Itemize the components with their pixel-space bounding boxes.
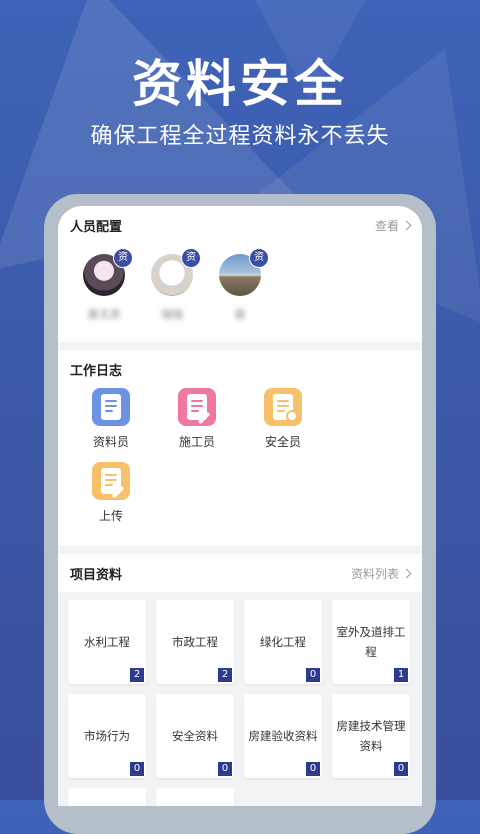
- count-badge: 0: [218, 762, 232, 776]
- project-tile[interactable]: 室外及道排工程 1: [332, 600, 410, 684]
- project-tile[interactable]: 绿化工程 0: [244, 600, 322, 684]
- projects-section: 项目资料 资料列表: [58, 554, 422, 592]
- project-tile[interactable]: 安全资料 0: [156, 694, 234, 778]
- worklog-item-constructor[interactable]: 施工员: [162, 388, 232, 450]
- count-badge: 0: [130, 762, 144, 776]
- chevron-right-icon: [401, 568, 412, 578]
- person-name: 瑞瑞: [161, 308, 183, 321]
- count-badge: 0: [306, 668, 320, 682]
- count-badge: 2: [130, 668, 144, 682]
- count-badge: 0: [306, 762, 320, 776]
- worklog-section: 工作日志 资料员 施工员 安全员 上传: [58, 350, 422, 546]
- role-badge: 资: [181, 248, 201, 268]
- project-tile[interactable]: 市政工程 2: [156, 600, 234, 684]
- person-item[interactable]: 资 瑞瑞: [142, 248, 202, 322]
- section-title: 项目资料: [70, 567, 123, 583]
- section-title: 人员配置: [70, 219, 123, 235]
- document-edit-icon: [92, 462, 130, 500]
- project-tile[interactable]: 水利工程 2: [68, 600, 146, 684]
- project-tile-partial[interactable]: [156, 788, 234, 806]
- avatar: 资: [83, 248, 133, 296]
- document-icon: [92, 388, 130, 426]
- personnel-section: 人员配置 查看 资 莫文虎 资 瑞瑞 资 骏: [58, 206, 422, 342]
- worklog-item-clerk[interactable]: 资料员: [76, 388, 146, 450]
- avatar: 资: [151, 248, 201, 296]
- person-name: 骏: [234, 308, 246, 321]
- app-screen: 人员配置 查看 资 莫文虎 资 瑞瑞 资 骏 工作日志 资料员 施工员 安全员 …: [58, 206, 422, 806]
- section-title: 工作日志: [70, 363, 123, 379]
- project-tile[interactable]: 房建验收资料 0: [244, 694, 322, 778]
- role-badge: 资: [249, 248, 269, 268]
- count-badge: 0: [394, 762, 408, 776]
- worklog-item-safety[interactable]: 安全员: [248, 388, 318, 450]
- person-item[interactable]: 资 骏: [210, 248, 270, 322]
- document-shield-icon: [264, 388, 302, 426]
- chevron-right-icon: [401, 220, 412, 230]
- count-badge: 2: [218, 668, 232, 682]
- project-tile[interactable]: 房建技术管理资料 0: [332, 694, 410, 778]
- worklog-item-upload[interactable]: 上传: [76, 462, 146, 524]
- avatar: 资: [219, 248, 269, 296]
- hero-title: 资料安全: [132, 55, 348, 113]
- person-item[interactable]: 资 莫文虎: [74, 248, 134, 322]
- role-badge: 资: [113, 248, 133, 268]
- count-badge: 1: [394, 668, 408, 682]
- project-tile-partial[interactable]: [68, 788, 146, 806]
- document-wrench-icon: [178, 388, 216, 426]
- person-name: 莫文虎: [87, 308, 121, 321]
- project-tile[interactable]: 市场行为 0: [68, 694, 146, 778]
- project-tiles: 水利工程 2 市政工程 2 绿化工程 0 室外及道排工程 1 市场行为 0 安全…: [58, 592, 422, 806]
- hero-subtitle: 确保工程全过程资料永不丢失: [90, 124, 390, 149]
- doc-list-link[interactable]: 资料列表: [351, 565, 412, 582]
- view-link[interactable]: 查看: [375, 217, 412, 234]
